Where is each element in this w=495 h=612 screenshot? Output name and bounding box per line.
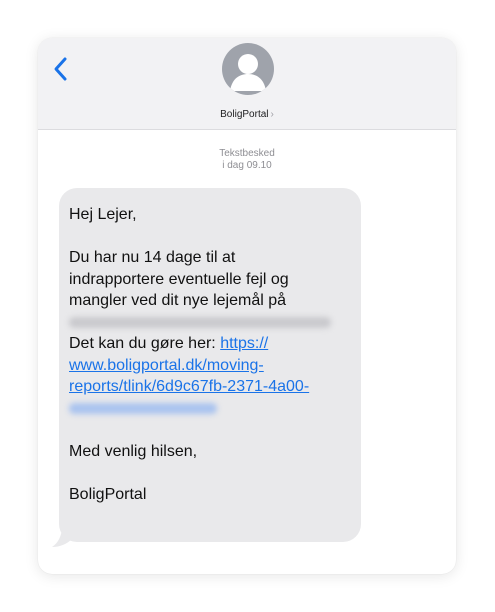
avatar[interactable]: [222, 43, 274, 95]
chevron-right-icon: ›: [270, 109, 274, 120]
person-silhouette-icon: [230, 54, 266, 91]
message-type-label: Tekstbesked: [219, 148, 275, 159]
contact-name: BoligPortal: [220, 109, 269, 120]
link-line[interactable]: www.boligportal.dk/moving-: [69, 357, 264, 374]
message-meta: Tekstbesked i dag 09.10: [38, 148, 456, 172]
message-body-line: mangler ved dit nye lejemål på: [69, 292, 287, 309]
link-line[interactable]: reports/tlink/6d9c67fb-2371-4a00-: [69, 378, 309, 395]
redacted-link: [69, 398, 359, 420]
message-signature: BoligPortal: [69, 485, 147, 503]
redacted-address: [69, 312, 359, 334]
message-thread-card: BoligPortal › Tekstbesked i dag 09.10 Hej…: [38, 38, 456, 574]
message-body-line: Du har nu 14 dage til at: [69, 249, 236, 266]
message-signoff: Med venlig hilsen,: [69, 442, 198, 460]
chevron-left-icon: [54, 57, 67, 81]
link-line[interactable]: https://: [220, 335, 268, 352]
conversation-header: BoligPortal ›: [38, 38, 456, 130]
cta-line: Det kan du gøre her: https://: [69, 333, 359, 355]
message-text: Hej Lejer, Du har nu 14 dage til at indr…: [69, 204, 359, 505]
message-greeting: Hej Lejer,: [69, 206, 137, 223]
cta-text: Det kan du gøre her:: [69, 335, 221, 352]
back-button[interactable]: [48, 54, 78, 84]
message-body-line: indrapportere eventuelle fejl og: [69, 270, 289, 288]
message-timestamp: i dag 09.10: [222, 160, 272, 171]
contact-name-row[interactable]: BoligPortal ›: [38, 104, 456, 122]
